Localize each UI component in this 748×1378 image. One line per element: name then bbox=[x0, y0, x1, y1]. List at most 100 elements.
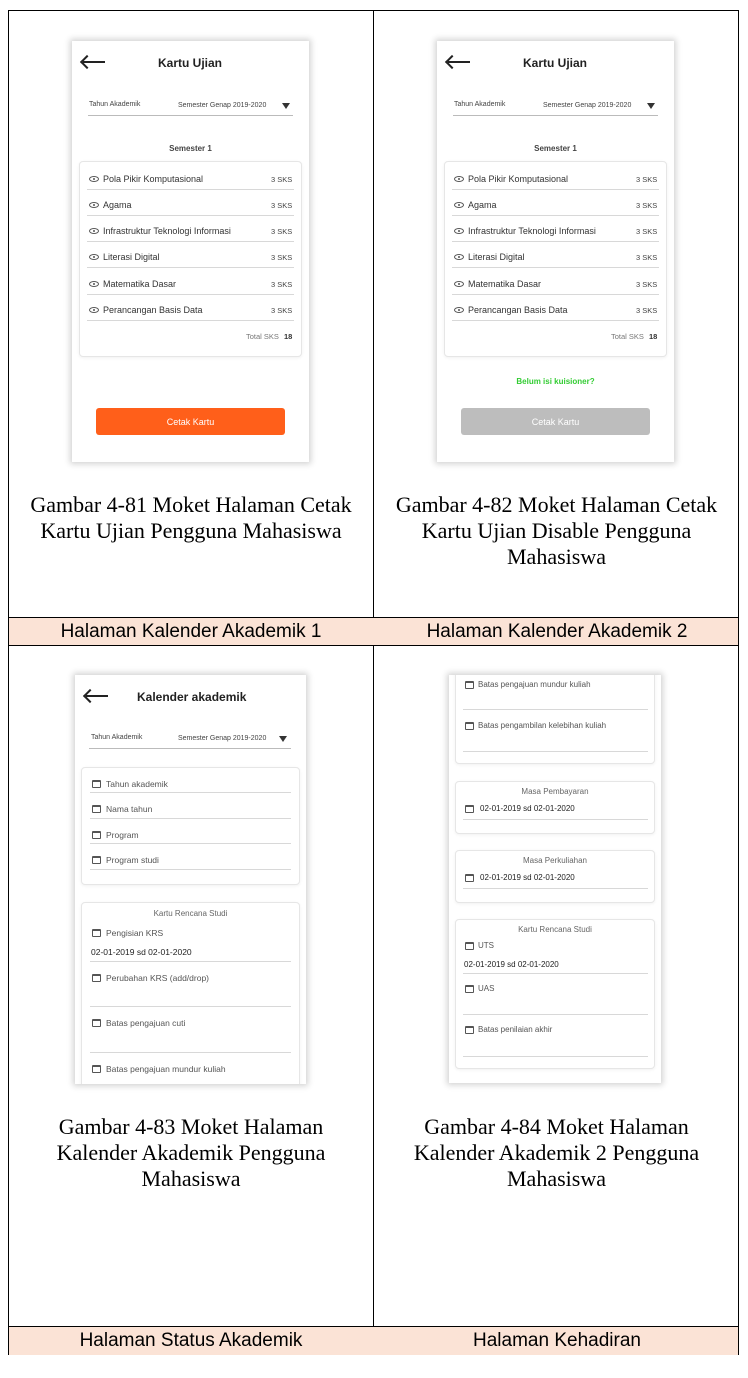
course-sks: 3 SKS bbox=[636, 227, 658, 236]
uts-value: 02-01-2019 sd 02-01-2020 bbox=[464, 960, 559, 969]
eye-icon bbox=[89, 281, 99, 287]
eye-icon bbox=[89, 228, 99, 234]
divider bbox=[87, 189, 294, 190]
calendar-icon bbox=[92, 1019, 101, 1027]
eye-icon bbox=[454, 228, 464, 234]
caption-line: Gambar 4-81 Moket Halaman Cetak bbox=[30, 492, 352, 517]
divider bbox=[90, 792, 291, 793]
perkuliahan-heading: Masa Perkuliahan bbox=[522, 856, 588, 865]
row-label-kehadiran: Halaman Kehadiran bbox=[473, 1330, 641, 1351]
course-sks: 3 SKS bbox=[271, 280, 293, 289]
caption-line: Gambar 4-82 Moket Halaman Cetak bbox=[395, 492, 718, 517]
divider bbox=[89, 748, 291, 749]
page-title: Kalender akademik bbox=[137, 690, 247, 704]
mockup-kartu-ujian: Kartu Ujian Tahun Akademik Semester Gena… bbox=[72, 41, 309, 462]
course-sks: 3 SKS bbox=[636, 253, 658, 262]
row-header-band: Halaman Status Akademik Halaman Kehadira… bbox=[9, 1327, 738, 1355]
chevron-down-icon[interactable] bbox=[282, 103, 290, 109]
tahun-akademik-select[interactable]: Semester Genap 2019-2020 bbox=[178, 735, 266, 742]
calendar-icon bbox=[92, 974, 101, 982]
calendar-icon bbox=[92, 1065, 101, 1073]
course-name: Literasi Digital bbox=[103, 252, 160, 262]
course-sks: 3 SKS bbox=[271, 201, 293, 210]
divider bbox=[463, 888, 648, 889]
kuisioner-link[interactable]: Belum isi kuisioner? bbox=[437, 377, 674, 386]
divider bbox=[87, 294, 294, 295]
course-name: Literasi Digital bbox=[468, 252, 525, 262]
course-name: Perancangan Basis Data bbox=[468, 305, 568, 315]
page-title: Kartu Ujian bbox=[523, 56, 588, 70]
uas-label: UAS bbox=[478, 984, 495, 993]
caption-line: Kartu Ujian Pengguna Mahasiswa bbox=[40, 518, 342, 543]
field-label: Nama tahun bbox=[106, 804, 153, 814]
divider bbox=[463, 709, 648, 710]
row-divider bbox=[9, 645, 738, 646]
calendar-icon bbox=[465, 1026, 474, 1034]
total-sks-label: Total SKS bbox=[611, 332, 644, 341]
divider bbox=[88, 115, 293, 116]
calendar-icon bbox=[465, 874, 474, 882]
caption-line: Gambar 4-84 Moket Halaman bbox=[424, 1114, 689, 1139]
eye-icon bbox=[454, 202, 464, 208]
divider bbox=[87, 215, 294, 216]
divider bbox=[90, 843, 291, 844]
eye-icon bbox=[454, 307, 464, 313]
figure-caption-4-82: Gambar 4-82 Moket Halaman Cetak Kartu Uj… bbox=[374, 492, 739, 570]
field-label: Program bbox=[106, 830, 139, 840]
perkuliahan-value: 02-01-2019 sd 02-01-2020 bbox=[480, 873, 575, 882]
eye-icon bbox=[454, 176, 464, 182]
row-label-status-akademik: Halaman Status Akademik bbox=[79, 1330, 303, 1351]
caption-line: Gambar 4-83 Moket Halaman bbox=[58, 1114, 324, 1139]
calendar-icon bbox=[92, 831, 101, 839]
course-sks: 3 SKS bbox=[271, 253, 293, 262]
tahun-akademik-select[interactable]: Semester Genap 2019-2020 bbox=[178, 102, 266, 109]
cetak-kartu-button[interactable]: Cetak Kartu bbox=[96, 408, 285, 435]
row-label-kalender-1: Halaman Kalender Akademik 1 bbox=[60, 620, 322, 642]
chevron-down-icon[interactable] bbox=[647, 103, 655, 109]
course-sks: 3 SKS bbox=[636, 280, 658, 289]
course-name: Infrastruktur Teknologi Informasi bbox=[468, 226, 596, 236]
divider bbox=[452, 215, 659, 216]
field-label: Batas pengajuan mundur kuliah bbox=[478, 680, 591, 689]
course-sks: 3 SKS bbox=[271, 306, 293, 315]
course-name: Pola Pikir Komputasional bbox=[103, 174, 204, 184]
divider bbox=[87, 267, 294, 268]
divider bbox=[463, 1014, 648, 1015]
tahun-akademik-select[interactable]: Semester Genap 2019-2020 bbox=[543, 102, 631, 109]
divider bbox=[452, 267, 659, 268]
chevron-down-icon[interactable] bbox=[279, 736, 287, 742]
eye-icon bbox=[89, 202, 99, 208]
semester-heading: Semester 1 bbox=[534, 144, 577, 153]
divider bbox=[90, 961, 291, 962]
caption-line: Kartu Ujian Disable Pengguna bbox=[421, 518, 692, 543]
divider bbox=[90, 818, 291, 819]
course-sks: 3 SKS bbox=[271, 175, 293, 184]
field-label: Program studi bbox=[106, 855, 159, 865]
course-name: Agama bbox=[103, 200, 132, 210]
back-arrow-icon[interactable] bbox=[83, 61, 105, 63]
back-arrow-icon[interactable] bbox=[86, 695, 108, 697]
calendar-icon bbox=[92, 929, 101, 937]
divider bbox=[452, 294, 659, 295]
course-name: Matematika Dasar bbox=[103, 279, 177, 289]
page-title: Kartu Ujian bbox=[158, 56, 223, 70]
divider bbox=[452, 241, 659, 242]
back-arrow-icon[interactable] bbox=[448, 61, 470, 63]
divider bbox=[452, 320, 659, 321]
caption-line: Mahasiswa bbox=[141, 1166, 241, 1191]
course-name: Pola Pikir Komputasional bbox=[468, 174, 569, 184]
total-sks-label: Total SKS bbox=[246, 332, 279, 341]
divider bbox=[90, 1052, 291, 1053]
calendar-icon bbox=[465, 985, 474, 993]
eye-icon bbox=[454, 281, 464, 287]
pembayaran-value: 02-01-2019 sd 02-01-2020 bbox=[480, 804, 575, 813]
cetak-kartu-button-disabled: Cetak Kartu bbox=[461, 408, 650, 435]
caption-line: Mahasiswa bbox=[507, 1166, 606, 1191]
nilai-label: Batas penilaian akhir bbox=[478, 1025, 553, 1034]
field-label: Tahun akademik bbox=[106, 779, 168, 789]
uts-label: UTS bbox=[478, 941, 494, 950]
eye-icon bbox=[89, 307, 99, 313]
course-sks: 3 SKS bbox=[636, 306, 658, 315]
course-name: Matematika Dasar bbox=[468, 279, 542, 289]
divider bbox=[87, 241, 294, 242]
